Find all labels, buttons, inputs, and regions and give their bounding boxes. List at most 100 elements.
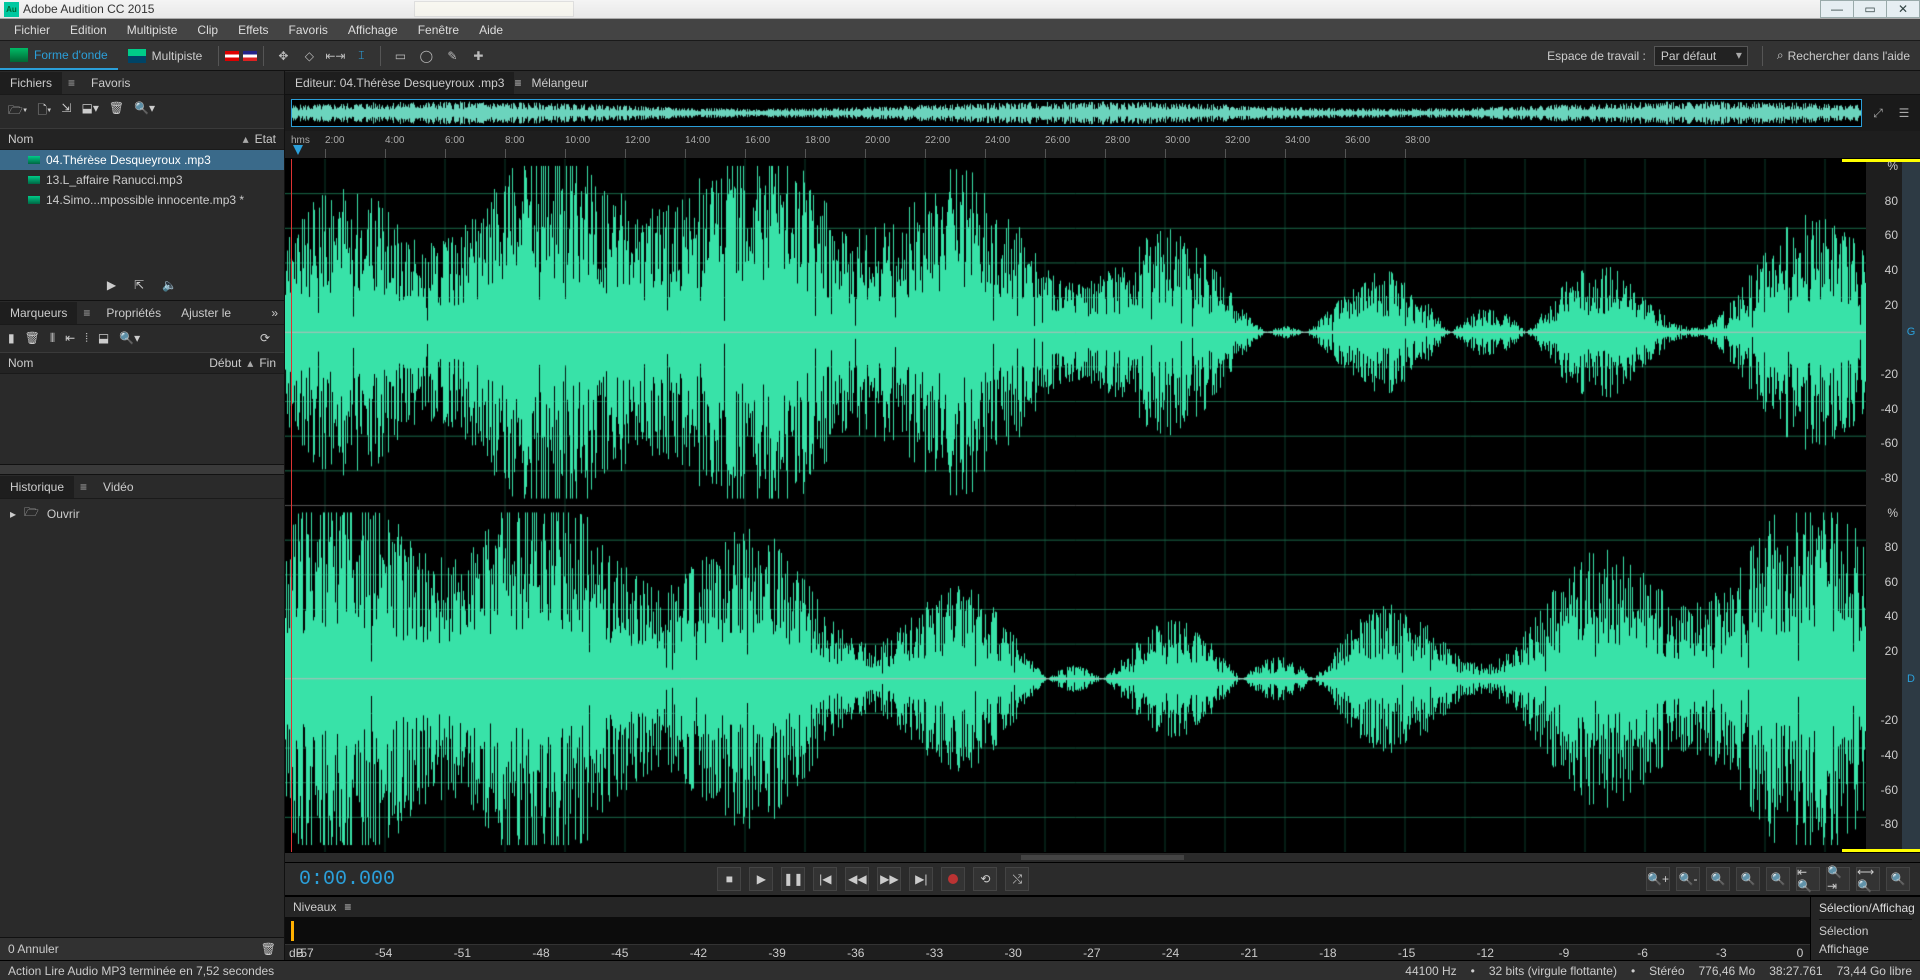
zoom-tool-4-icon[interactable]: 🔍 <box>1886 867 1910 891</box>
mcol-end[interactable]: Fin <box>259 356 276 370</box>
window-minimize-button[interactable]: — <box>1820 0 1854 18</box>
sort-icon[interactable]: ▴ <box>243 132 249 146</box>
brush-tool-icon[interactable]: ✎ <box>443 47 461 65</box>
delete-marker-icon[interactable]: 🗑 <box>25 331 40 346</box>
marker-search-icon[interactable]: 🔍▾ <box>119 331 140 346</box>
tab-marqueurs[interactable]: Marqueurs <box>0 302 77 324</box>
add-marker-icon[interactable]: ▮ <box>8 331 15 346</box>
loop-button[interactable]: ⟲ <box>973 867 997 891</box>
timecode[interactable]: 0:00.000 <box>285 868 409 891</box>
search-files-icon[interactable]: 🔍▾ <box>134 101 155 122</box>
help-search[interactable]: ⌕ Rechercher dans l'aide <box>1777 48 1910 63</box>
channel-left-label[interactable]: G <box>1902 159 1920 506</box>
tab-fichiers[interactable]: Fichiers <box>0 72 62 94</box>
marker-tool-3-icon[interactable]: ⦙ <box>85 331 88 346</box>
pause-button[interactable]: ❚❚ <box>781 867 805 891</box>
import-icon[interactable]: ⇲ <box>61 101 71 122</box>
time-select-tool-icon[interactable]: 𝙸 <box>352 47 370 65</box>
go-end-button[interactable]: ▶| <box>909 867 933 891</box>
overview-waveform[interactable] <box>291 99 1862 127</box>
stop-button[interactable]: ■ <box>717 867 741 891</box>
menu-clip[interactable]: Clip <box>189 21 226 39</box>
panel-menu-icon[interactable]: ≡ <box>344 900 351 914</box>
preview-loop-icon[interactable]: ⇱ <box>134 278 144 292</box>
go-start-button[interactable]: |◀ <box>813 867 837 891</box>
panel-menu-icon[interactable]: ≡ <box>62 76 81 90</box>
new-file-icon[interactable]: 🗋▾ <box>37 101 51 122</box>
selection-label[interactable]: Sélection <box>1819 924 1912 938</box>
zoom-tool-2-icon[interactable]: 🔍⇥ <box>1826 867 1850 891</box>
col-name[interactable]: Nom <box>8 132 243 146</box>
playhead-icon[interactable] <box>293 145 303 155</box>
file-item[interactable]: 14.Simo...mpossible innocente.mp3 * <box>0 190 284 210</box>
delete-icon[interactable]: 🗑 <box>109 101 124 122</box>
panel-menu-icon[interactable]: ≡ <box>514 76 521 90</box>
panel-menu-icon[interactable]: ≡ <box>74 480 93 494</box>
tab-melangeur[interactable]: Mélangeur <box>521 72 598 94</box>
menu-effets[interactable]: Effets <box>230 21 276 39</box>
zoom-sel-icon[interactable]: 🔍 <box>1736 867 1760 891</box>
menu-fichier[interactable]: Fichier <box>6 21 58 39</box>
zoom-nav-icon[interactable]: ⤢ <box>1868 103 1888 123</box>
file-item[interactable]: 13.L_affaire Ranucci.mp3 <box>0 170 284 190</box>
preview-autoplay-icon[interactable]: 🔈 <box>162 278 177 292</box>
file-item[interactable]: 04.Thérèse Desqueyroux .mp3 <box>0 150 284 170</box>
zoom-in-v-icon[interactable]: 🔍 <box>1766 867 1790 891</box>
zoom-tool-1-icon[interactable]: ⇤🔍 <box>1796 867 1820 891</box>
col-state[interactable]: Etat <box>255 132 276 146</box>
flag-icon-2[interactable] <box>243 51 257 61</box>
move-tool-icon[interactable]: ✥ <box>274 47 292 65</box>
menu-favoris[interactable]: Favoris <box>281 21 336 39</box>
tab-historique[interactable]: Historique <box>0 476 74 498</box>
tab-ajuster[interactable]: Ajuster le <box>171 302 241 324</box>
mcol-start[interactable]: Début <box>209 356 241 370</box>
view-label[interactable]: Affichage <box>1819 942 1912 956</box>
trash-icon[interactable]: 🗑 <box>261 942 276 956</box>
play-button[interactable]: ▶ <box>749 867 773 891</box>
sort-icon[interactable]: ▴ <box>247 356 253 370</box>
zoom-in-icon[interactable]: 🔍+ <box>1646 867 1670 891</box>
razor-tool-icon[interactable]: ◇ <box>300 47 318 65</box>
h-scrollbar[interactable] <box>285 852 1920 862</box>
marker-tool-4-icon[interactable]: ⬓ <box>98 331 109 346</box>
marker-tool-2-icon[interactable]: ⇤ <box>65 331 75 346</box>
channel-right-label[interactable]: D <box>1902 506 1920 853</box>
mode-multitrack-button[interactable]: Multipiste <box>118 41 213 70</box>
heal-tool-icon[interactable]: ✚ <box>469 47 487 65</box>
mcol-name[interactable]: Nom <box>8 356 209 370</box>
lasso-tool-icon[interactable]: ◯ <box>417 47 435 65</box>
window-close-button[interactable]: ✕ <box>1886 0 1920 18</box>
rewind-button[interactable]: ◀◀ <box>845 867 869 891</box>
more-tabs-icon[interactable]: » <box>265 306 284 320</box>
marker-more-icon[interactable]: ⟳ <box>254 331 276 346</box>
tab-video[interactable]: Vidéo <box>93 476 143 498</box>
levels-meter[interactable] <box>285 917 1810 944</box>
menu-aide[interactable]: Aide <box>471 21 511 39</box>
slip-tool-icon[interactable]: ⇤⇥ <box>326 47 344 65</box>
open-file-icon[interactable]: 🗁▾ <box>8 101 27 122</box>
waveform-display[interactable] <box>285 159 1866 852</box>
zoom-full-icon[interactable]: 🔍 <box>1706 867 1730 891</box>
menu-multipiste[interactable]: Multipiste <box>119 21 186 39</box>
tab-proprietes[interactable]: Propriétés <box>96 302 171 324</box>
time-ruler[interactable]: hms 2:004:006:008:0010:0012:0014:0016:00… <box>285 131 1920 159</box>
scrollbar-thumb[interactable] <box>1021 855 1185 860</box>
menu-edition[interactable]: Edition <box>62 21 115 39</box>
record-button[interactable] <box>941 867 965 891</box>
workspace-select[interactable]: Par défaut <box>1654 46 1748 66</box>
insert-icon[interactable]: ⬓▾ <box>81 101 98 122</box>
view-options-icon[interactable]: ☰ <box>1894 103 1914 123</box>
zoom-tool-3-icon[interactable]: ⟷🔍 <box>1856 867 1880 891</box>
tab-favoris[interactable]: Favoris <box>81 72 140 94</box>
menu-affichage[interactable]: Affichage <box>340 21 406 39</box>
panel-menu-icon[interactable]: ≡ <box>77 306 96 320</box>
window-maximize-button[interactable]: ▭ <box>1853 0 1887 18</box>
forward-button[interactable]: ▶▶ <box>877 867 901 891</box>
skip-button[interactable]: ⤭ <box>1005 867 1029 891</box>
tab-editeur[interactable]: Editeur: 04.Thérèse Desqueyroux .mp3 <box>285 72 514 94</box>
flag-icon-1[interactable] <box>225 51 239 61</box>
menu-fenetre[interactable]: Fenêtre <box>410 21 467 39</box>
scrollbar[interactable] <box>0 464 284 474</box>
history-item[interactable]: ▸ 🗁 Ouvrir <box>0 499 284 528</box>
marker-tool-1-icon[interactable]: ⦀ <box>50 331 55 346</box>
